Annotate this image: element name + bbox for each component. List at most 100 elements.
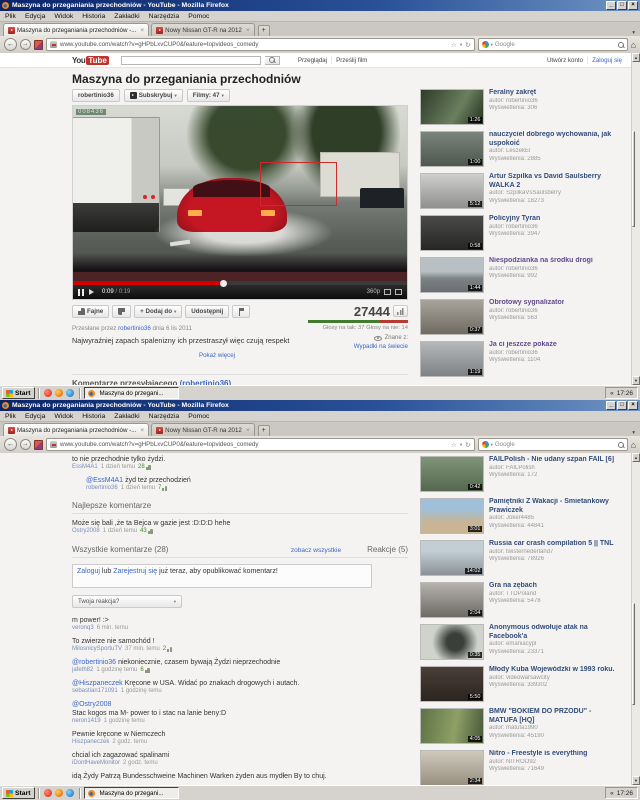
- related-video-author[interactable]: autor: LeszekEl: [489, 148, 620, 156]
- reaction-dropdown[interactable]: Twoja reakcja? ▾: [72, 595, 182, 608]
- menu-plik[interactable]: Plik: [5, 413, 16, 420]
- related-video-author[interactable]: autor: FAILPolish: [489, 465, 614, 473]
- new-tab-button[interactable]: +: [258, 25, 270, 36]
- comment-author-link[interactable]: iDontHaveMonitor: [72, 760, 120, 766]
- report-button[interactable]: [232, 305, 250, 318]
- related-video-title-link[interactable]: Policyjny Tyran: [489, 215, 541, 224]
- menu-pomoc[interactable]: Pomoc: [188, 13, 209, 20]
- show-more-link[interactable]: Pokaż więcej: [72, 352, 362, 359]
- related-video-item[interactable]: 1:44 Niespodzianka na środku drogi autor…: [420, 257, 620, 297]
- search-icon[interactable]: [618, 42, 624, 48]
- related-video-item[interactable]: 14:02 Russia car crash compilation 5 || …: [420, 540, 620, 580]
- search-bar[interactable]: ▾ Google: [478, 38, 628, 51]
- taskbar-window-button[interactable]: Maszyna do przegani...: [84, 787, 179, 799]
- back-button[interactable]: ←: [4, 38, 17, 51]
- restore-button[interactable]: □: [617, 1, 627, 10]
- related-video-author[interactable]: autor: robertinio36: [489, 350, 557, 358]
- related-video-title-link[interactable]: Gra na zębach: [489, 582, 541, 591]
- video-thumbnail[interactable]: 1:26: [420, 89, 484, 125]
- back-button[interactable]: ←: [4, 438, 17, 451]
- create-account-link[interactable]: Utwórz konto: [543, 57, 587, 64]
- related-video-author[interactable]: autor: matufa1990: [489, 725, 620, 733]
- related-video-title-link[interactable]: Ja ci jeszcze pokaże: [489, 341, 557, 350]
- url-text[interactable]: www.youtube.com/watch?v=gHPbLxvCUP0&feat…: [60, 41, 451, 48]
- minimize-button[interactable]: _: [606, 401, 616, 410]
- new-tab-button[interactable]: +: [258, 425, 270, 436]
- related-video-author[interactable]: autor: NITROO92: [489, 759, 587, 767]
- tray-expand-icon[interactable]: «: [610, 790, 614, 797]
- bookmark-star-icon[interactable]: ☆: [451, 441, 457, 449]
- url-bar[interactable]: www.youtube.com/watch?v=gHPbLxvCUP0&feat…: [46, 438, 475, 451]
- comment-author-link[interactable]: MilosnicySportuTV: [72, 646, 122, 652]
- related-video-item[interactable]: 0:58 Policyjny Tyran autor: robertinio36…: [420, 215, 620, 255]
- bookmark-star-icon[interactable]: ☆: [451, 41, 457, 49]
- scrollbar-thumb[interactable]: [632, 603, 635, 705]
- related-video-title-link[interactable]: Pamiętniki Z Wakacji - Śmietankowy Prawi…: [489, 498, 620, 515]
- masthead-search-button[interactable]: [265, 56, 280, 65]
- start-button[interactable]: Start: [2, 787, 35, 799]
- menu-widok[interactable]: Widok: [54, 413, 73, 420]
- menu-historia[interactable]: Historia: [82, 13, 105, 20]
- reactions-header[interactable]: Reakcje (5): [367, 545, 408, 554]
- url-bar[interactable]: www.youtube.com/watch?v=gHPbLxvCUP0&feat…: [46, 38, 475, 51]
- tab-active-watch-page[interactable]: Maszyna do przeganiania przechodniów -..…: [3, 23, 149, 36]
- related-video-title-link[interactable]: Obrotowy sygnalizator: [489, 299, 564, 308]
- tab-close-icon[interactable]: ×: [140, 427, 144, 434]
- comment-mention-link[interactable]: @EssM4A1: [86, 477, 123, 484]
- related-video-author[interactable]: autor: TTDPoland: [489, 591, 541, 599]
- quicklaunch-icon-3[interactable]: [66, 389, 74, 397]
- comment-author-link[interactable]: robertinio36: [86, 485, 118, 491]
- quality-button[interactable]: 360p: [367, 289, 380, 295]
- video-thumbnail[interactable]: 1:19: [420, 341, 484, 377]
- related-video-author[interactable]: autor: robertinio36: [489, 98, 538, 106]
- home-icon[interactable]: ⌂: [631, 440, 636, 450]
- related-video-author[interactable]: autor: Joker4485: [489, 515, 620, 523]
- related-video-item[interactable]: 4:05 BMW "BOKIEM DO PRZODU" - MATUFA [HQ…: [420, 708, 620, 748]
- related-video-item[interactable]: 0:35 Anonymous odwołuje atak na Facebook…: [420, 624, 620, 664]
- related-video-item[interactable]: 1:19 Ja ci jeszcze pokaże autor: roberti…: [420, 341, 620, 381]
- menu-edycja[interactable]: Edycja: [25, 13, 45, 20]
- uploader-link[interactable]: robertinio36: [118, 325, 151, 332]
- films-button[interactable]: Filmy: 47 ▾: [187, 89, 230, 102]
- menu-narzedzia[interactable]: Narzędzia: [149, 13, 180, 20]
- related-video-title-link[interactable]: BMW "BOKIEM DO PRZODU" - MATUFA [HQ]: [489, 708, 620, 725]
- related-video-title-link[interactable]: nauczyciel dobrego wychowania, jak uspok…: [489, 131, 620, 148]
- related-video-item[interactable]: 5:12 Artur Szpilka vs David Saulsberry W…: [420, 173, 620, 213]
- see-all-link[interactable]: zobacz wszystkie: [291, 547, 341, 554]
- related-video-author[interactable]: autor: twisternederland7: [489, 549, 614, 557]
- related-video-title-link[interactable]: Niespodzianka na środku drogi: [489, 257, 593, 266]
- related-video-author[interactable]: autor: emaniacypl: [489, 641, 620, 649]
- video-thumbnail[interactable]: 5:50: [420, 666, 484, 702]
- scroll-up-arrow[interactable]: ▲: [632, 53, 640, 62]
- related-video-author[interactable]: autor: robertinio36: [489, 308, 564, 316]
- volume-icon[interactable]: [89, 289, 97, 295]
- tab-close-icon[interactable]: ×: [140, 27, 144, 34]
- minimize-button[interactable]: _: [606, 1, 616, 10]
- menu-widok[interactable]: Widok: [54, 13, 73, 20]
- video-thumbnail[interactable]: 0:37: [420, 299, 484, 335]
- url-dropdown-icon[interactable]: ▾: [460, 42, 462, 48]
- related-video-title-link[interactable]: Artur Szpilka vs David Saulsberry WALKA …: [489, 173, 620, 190]
- comment-mention-link[interactable]: @robertinio36: [72, 659, 116, 666]
- known-from-link[interactable]: Wypadki na świecie: [308, 343, 408, 350]
- scroll-down-arrow[interactable]: ▼: [632, 776, 640, 785]
- fullscreen-icon[interactable]: [395, 289, 402, 295]
- uploader-link[interactable]: (robertinio36): [180, 379, 232, 385]
- related-video-item[interactable]: 2:04 Gra na zębach autor: TTDPoland Wyśw…: [420, 582, 620, 622]
- scroll-up-arrow[interactable]: ▲: [632, 453, 640, 462]
- menu-plik[interactable]: Plik: [5, 13, 16, 20]
- related-video-title-link[interactable]: Nitro - Freestyle is everything: [489, 750, 587, 759]
- quicklaunch-icon-2[interactable]: [55, 389, 63, 397]
- url-text[interactable]: www.youtube.com/watch?v=gHPbLxvCUP0&feat…: [60, 441, 451, 448]
- close-button[interactable]: ×: [628, 1, 638, 10]
- statistics-button[interactable]: [393, 305, 408, 317]
- menu-edycja[interactable]: Edycja: [25, 413, 45, 420]
- window-titlebar[interactable]: Maszyna do przeganiania przechodniów - Y…: [0, 0, 640, 11]
- search-engine-dropdown-icon[interactable]: ▾: [491, 42, 493, 48]
- reload-icon[interactable]: ↻: [465, 441, 470, 449]
- login-link[interactable]: Zaloguj: [77, 568, 100, 575]
- window-titlebar[interactable]: Maszyna do przeganiania przechodniów - Y…: [0, 400, 640, 411]
- url-dropdown-icon[interactable]: ▾: [460, 442, 462, 448]
- scroll-down-arrow[interactable]: ▼: [632, 376, 640, 385]
- forward-button[interactable]: →: [20, 39, 31, 50]
